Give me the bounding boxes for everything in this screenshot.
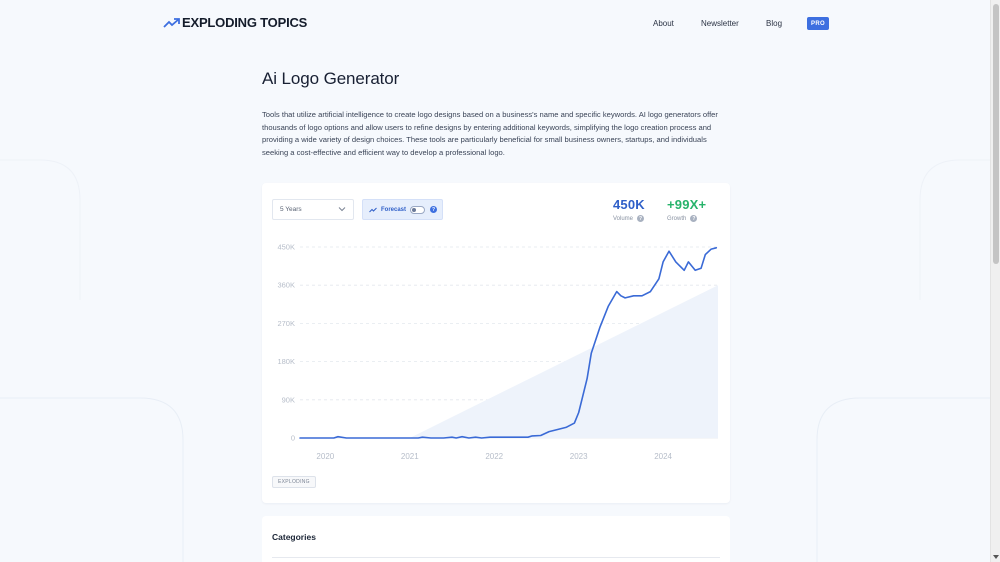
- categories-title: Categories: [272, 532, 316, 542]
- scrollbar[interactable]: [990, 0, 1000, 562]
- pro-button[interactable]: PRO: [807, 17, 829, 30]
- categories-card: Categories: [262, 516, 730, 562]
- topic-description: Tools that utilize artificial intelligen…: [262, 110, 718, 157]
- nav-about[interactable]: About: [653, 19, 674, 28]
- site-header: EXPLODING TOPICS About Newsletter Blog P…: [0, 0, 990, 46]
- x-tick-label: 2023: [570, 452, 588, 461]
- y-tick-label: 180K: [277, 357, 295, 366]
- nav-blog[interactable]: Blog: [766, 19, 782, 28]
- x-tick-label: 2024: [654, 452, 672, 461]
- page-title: Ai Logo Generator: [262, 69, 400, 88]
- y-tick-label: 450K: [277, 243, 295, 252]
- status-badge: EXPLODING: [272, 476, 316, 488]
- y-tick-label: 0: [291, 434, 295, 443]
- scroll-down-arrow[interactable]: [993, 555, 999, 559]
- scrollbar-thumb[interactable]: [993, 4, 999, 264]
- y-tick-label: 270K: [277, 319, 295, 328]
- trend-line-chart: 450K 360K 270K 180K 90K 0 2020 2021 2022 2023 2024: [277, 243, 718, 461]
- x-tick-label: 2020: [316, 452, 334, 461]
- y-tick-label: 90K: [282, 395, 295, 404]
- trend-chart-card: 5 Years Forecast ? 450K Volume? +99X+ Gr…: [262, 183, 730, 503]
- x-tick-label: 2021: [401, 452, 419, 461]
- nav-newsletter[interactable]: Newsletter: [701, 19, 739, 28]
- divider: [272, 557, 720, 558]
- x-tick-label: 2022: [485, 452, 503, 461]
- y-tick-label: 360K: [277, 281, 295, 290]
- main-nav: About Newsletter Blog: [0, 17, 990, 31]
